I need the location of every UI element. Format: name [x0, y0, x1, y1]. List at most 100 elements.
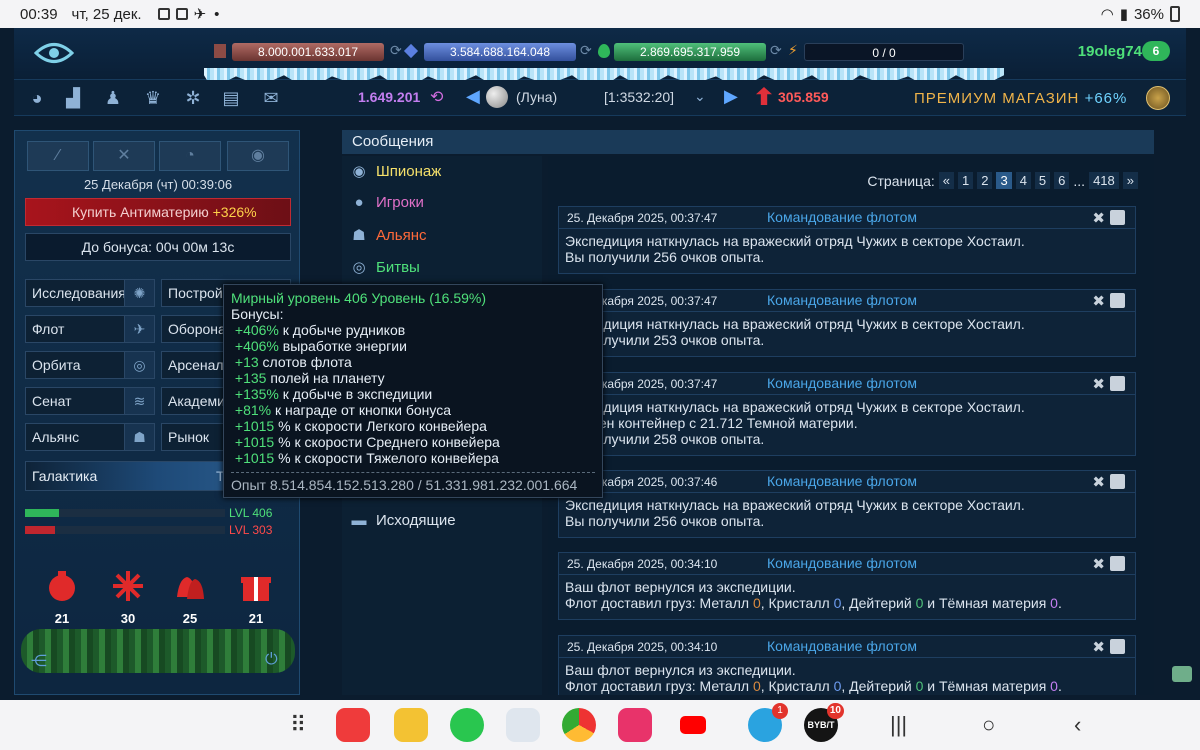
- page-next[interactable]: »: [1122, 172, 1138, 189]
- crystal-icon: [403, 43, 419, 59]
- page-link[interactable]: 2: [977, 172, 993, 189]
- message-line: Вы получили 253 очков опыта.: [565, 332, 765, 348]
- battery-icon: [1170, 6, 1180, 22]
- menu-fleet[interactable]: Флот ✈: [25, 315, 155, 343]
- planet-coords[interactable]: [1:3532:20]: [604, 89, 674, 105]
- camera-app-icon[interactable]: [618, 708, 652, 742]
- page-link[interactable]: 6: [1054, 172, 1070, 189]
- username[interactable]: 19oleg74: [1078, 43, 1142, 60]
- premium-medal-icon[interactable]: [1146, 86, 1170, 110]
- message-sender[interactable]: Командование флотом: [767, 473, 917, 489]
- back-button-icon[interactable]: ‹: [1074, 712, 1081, 738]
- mail-icon[interactable]: ✉: [260, 88, 282, 108]
- message-cargo-line: Флот доставил груз: Металл 0, Кристалл 0…: [565, 595, 1062, 611]
- message-sender[interactable]: Командование флотом: [767, 209, 917, 225]
- officers-icon[interactable]: ♟: [102, 88, 124, 108]
- page-link[interactable]: 5: [1034, 172, 1051, 189]
- bells-count: 25: [182, 611, 198, 626]
- chat-icon[interactable]: ▤: [220, 88, 242, 108]
- message-cargo-line: Флот доставил груз: Металл 0, Кристалл 0…: [565, 678, 1062, 694]
- next-planet-arrow-icon[interactable]: ▶: [724, 86, 738, 107]
- message-checkbox[interactable]: [1110, 376, 1125, 391]
- youtube-icon[interactable]: [676, 708, 710, 742]
- chrome-icon[interactable]: [562, 708, 596, 742]
- menu-research[interactable]: Исследования ✺: [25, 279, 155, 307]
- trophy-icon[interactable]: ♛: [142, 88, 164, 108]
- share-icon[interactable]: ⋲: [31, 651, 47, 671]
- eye-tab-icon[interactable]: ◉: [227, 141, 289, 171]
- whatsapp-icon[interactable]: [450, 708, 484, 742]
- radar-tab-icon[interactable]: ◔: [159, 141, 221, 171]
- crossed-swords-tab-icon[interactable]: ✕: [93, 141, 155, 171]
- page-last[interactable]: 418: [1089, 172, 1119, 189]
- sword-tab-icon[interactable]: ⁄: [27, 141, 89, 171]
- snowflake-icon[interactable]: [111, 569, 145, 603]
- menu-orbit[interactable]: Орбита ◎: [25, 351, 155, 379]
- deuterium-refresh-icon[interactable]: ⟳: [770, 42, 782, 59]
- user-icon: ●: [354, 194, 364, 211]
- category-espionage[interactable]: ◉ Шпионаж: [350, 162, 441, 180]
- recent-apps-icon[interactable]: |||: [890, 712, 907, 738]
- page-prev[interactable]: «: [938, 172, 954, 189]
- message-line: Ваш флот вернулся из экспедиции.: [565, 579, 796, 595]
- message-sender[interactable]: Командование флотом: [767, 375, 917, 391]
- energy-amount: 0 / 0: [804, 43, 964, 61]
- delete-icon[interactable]: ✖: [1092, 292, 1105, 310]
- home-button-icon[interactable]: ○: [982, 712, 995, 738]
- message-checkbox[interactable]: [1110, 474, 1125, 489]
- bauble-icon[interactable]: [45, 569, 79, 603]
- menu-orbit-label: Орбита: [32, 357, 81, 373]
- bauble-count: 21: [54, 611, 70, 626]
- message-checkbox[interactable]: [1110, 210, 1125, 225]
- chevron-down-icon[interactable]: ⌄: [694, 88, 706, 105]
- message-checkbox[interactable]: [1110, 293, 1125, 308]
- delete-icon[interactable]: ✖: [1092, 375, 1105, 393]
- delete-icon[interactable]: ✖: [1092, 555, 1105, 573]
- tooltip-xp: Опыт 8.514.854.152.513.280 / 51.331.981.…: [231, 477, 578, 493]
- peaceful-level-bar[interactable]: [25, 509, 225, 517]
- delete-icon[interactable]: ✖: [1092, 473, 1105, 491]
- x-browser-icon[interactable]: [506, 708, 540, 742]
- message-checkbox[interactable]: [1110, 556, 1125, 571]
- premium-shop-link[interactable]: ПРЕМИУМ МАГАЗИН +66%: [914, 90, 1127, 107]
- bells-icon[interactable]: [173, 569, 207, 603]
- message-sender[interactable]: Командование флотом: [767, 638, 917, 654]
- message-sender[interactable]: Командование флотом: [767, 555, 917, 571]
- gold-amount: 1.649.201: [358, 89, 421, 105]
- page-link[interactable]: 4: [1015, 172, 1031, 189]
- app-drawer-icon[interactable]: ⠿: [290, 712, 306, 738]
- page-link[interactable]: 1: [957, 172, 974, 189]
- power-icon[interactable]: ⏻: [265, 651, 278, 669]
- battery-level: 36%: [1133, 5, 1164, 23]
- files-app-icon[interactable]: [394, 708, 428, 742]
- delete-icon[interactable]: ✖: [1092, 638, 1105, 656]
- message-sender[interactable]: Командование флотом: [767, 292, 917, 308]
- category-battles[interactable]: ◎ Битвы: [350, 258, 419, 276]
- gold-refresh-icon[interactable]: ⟲: [430, 87, 443, 107]
- category-outgoing[interactable]: ▬ Исходящие: [350, 512, 456, 529]
- bybit-icon[interactable]: BYB/T 10: [804, 703, 844, 742]
- buy-antimatter-button[interactable]: Купить Антиматерию +326%: [25, 198, 291, 226]
- settings-icon[interactable]: ✲: [182, 88, 204, 108]
- menu-senate[interactable]: Сенат ≋: [25, 387, 155, 415]
- eye-logo-icon[interactable]: [34, 40, 74, 66]
- military-level-bar[interactable]: [25, 526, 225, 534]
- category-players[interactable]: ● Игроки: [350, 194, 423, 211]
- metal-refresh-icon[interactable]: ⟳: [390, 42, 402, 59]
- notes-app-icon[interactable]: [336, 708, 370, 742]
- chat-bubble-icon[interactable]: [1172, 666, 1192, 682]
- delete-icon[interactable]: ✖: [1092, 209, 1105, 227]
- menu-alliance[interactable]: Альянс ☗: [25, 423, 155, 451]
- crystal-refresh-icon[interactable]: ⟳: [580, 42, 592, 59]
- bonus-timer-button[interactable]: До бонуса: 00ч 00м 13с: [25, 233, 291, 261]
- telegram-icon[interactable]: 1: [748, 703, 788, 742]
- statistics-icon[interactable]: ▟: [62, 88, 84, 108]
- home-icon[interactable]: ◕: [26, 88, 48, 108]
- planet-name[interactable]: (Луна): [516, 89, 557, 105]
- prev-planet-arrow-icon[interactable]: ◀: [466, 86, 480, 107]
- message-checkbox[interactable]: [1110, 639, 1125, 654]
- message-line: Экспедиция наткнулась на вражеский отряд…: [565, 316, 1025, 332]
- gift-icon[interactable]: [239, 569, 273, 603]
- page-current[interactable]: 3: [996, 172, 1012, 189]
- category-alliance[interactable]: ☗ Альянс: [350, 226, 426, 244]
